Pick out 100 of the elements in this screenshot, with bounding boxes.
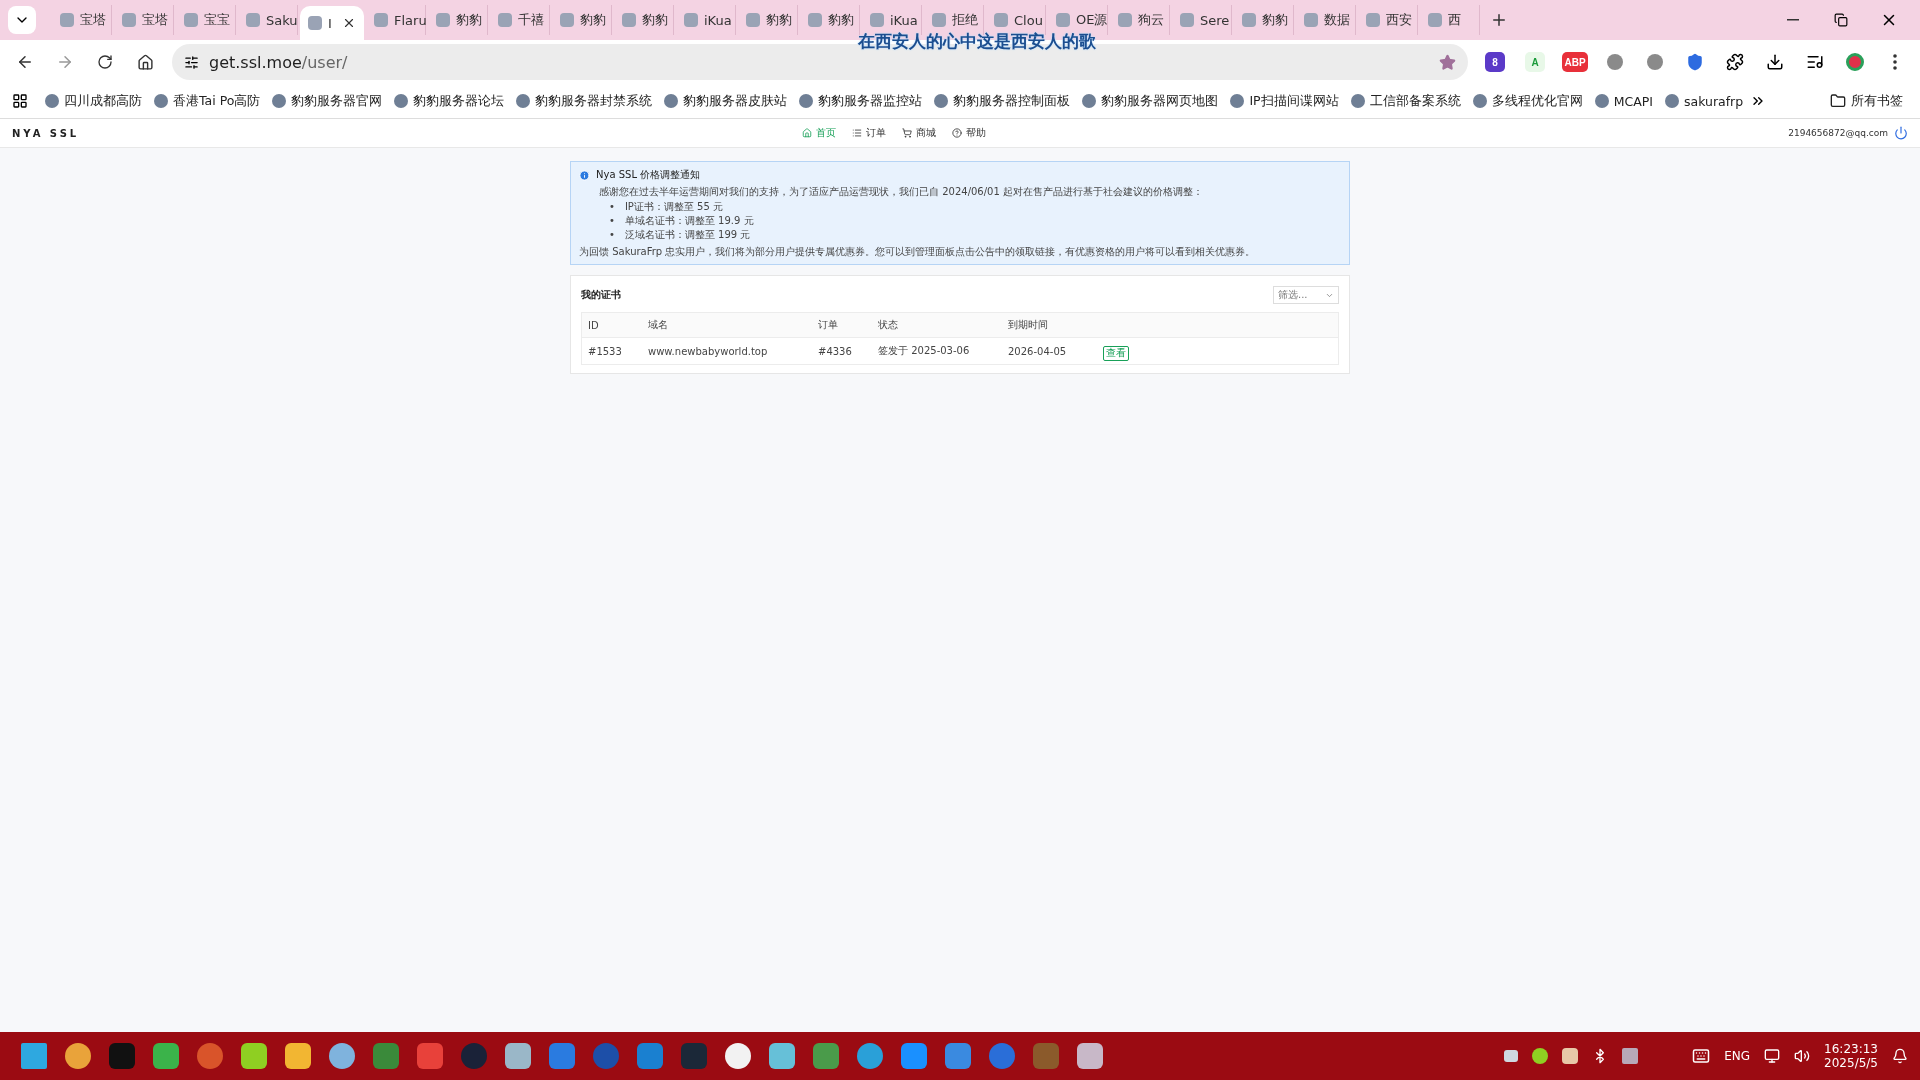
favicon-icon xyxy=(932,13,946,27)
language-indicator[interactable]: ENG xyxy=(1724,1049,1751,1063)
browser-tab[interactable]: 千禧 xyxy=(490,5,550,35)
app-icon[interactable] xyxy=(153,1043,179,1069)
app-icon[interactable] xyxy=(725,1043,751,1069)
browser-tab[interactable]: 豹豹 xyxy=(614,5,674,35)
bullet: • xyxy=(609,200,615,214)
favicon-icon xyxy=(1118,13,1132,27)
favicon-icon xyxy=(45,94,59,108)
clock-date[interactable]: 2025/5/5 xyxy=(1824,1056,1878,1070)
favicon-icon xyxy=(1594,94,1609,108)
browser-tab[interactable]: 豹豹 xyxy=(428,5,488,35)
nav-link[interactable]: 帮助 xyxy=(951,126,986,140)
bullet: • xyxy=(609,228,615,242)
help-icon xyxy=(951,128,962,138)
favicon-icon xyxy=(1428,13,1442,27)
favicon-icon xyxy=(308,16,322,30)
browser-tab[interactable]: 西安 xyxy=(1358,5,1418,35)
view-button[interactable]: 查看 xyxy=(1103,345,1129,361)
browser-tab[interactable]: iKua xyxy=(676,5,736,35)
browser-tab[interactable]: 宝塔 xyxy=(114,5,174,35)
browser-tab[interactable]: 豹豹 xyxy=(800,5,860,35)
close-icon xyxy=(342,16,356,30)
favicon-icon xyxy=(1304,13,1318,27)
tray-icon[interactable] xyxy=(1532,1048,1549,1064)
browser-tab[interactable]: 豹豹 xyxy=(738,5,798,35)
browser-tab[interactable]: 豹豹 xyxy=(1234,5,1294,35)
bookmark-link[interactable]: 四川成都高防 xyxy=(40,89,147,113)
browser-tab[interactable]: Sere xyxy=(1172,5,1232,35)
tray-icon[interactable] xyxy=(1622,1048,1639,1064)
browser-tab[interactable]: 宝塔 xyxy=(52,5,112,35)
bookmark-link[interactable]: 豹豹服务器控制面板 xyxy=(929,89,1076,113)
bookmark-link[interactable]: 豹豹服务器网页地图 xyxy=(1077,89,1224,113)
bookmark-link[interactable]: 豹豹服务器论坛 xyxy=(389,89,510,113)
site-brand: NYA SSL xyxy=(12,127,80,139)
favicon-icon xyxy=(1082,94,1097,108)
favicon-icon xyxy=(122,13,136,27)
favicon-icon xyxy=(1472,94,1487,108)
app-icon[interactable] xyxy=(505,1043,531,1069)
bookmark-link[interactable]: MCAPI xyxy=(1589,90,1658,112)
table-cell-text: www.newbabyworld.top xyxy=(648,345,769,357)
favicon-icon xyxy=(1180,13,1194,27)
filter-select[interactable]: 筛选... xyxy=(1273,286,1339,304)
tray-icon[interactable] xyxy=(1504,1050,1519,1062)
bookmark-link[interactable]: 豹豹服务器皮肤站 xyxy=(659,89,793,113)
puzzle-icon xyxy=(1726,53,1744,71)
plus-icon xyxy=(1490,11,1508,29)
volume-icon[interactable] xyxy=(1794,1048,1811,1064)
browser-tab[interactable]: 数据 xyxy=(1296,5,1356,35)
favicon-icon xyxy=(560,13,574,27)
price-item: 单域名证书：调整至 19.9 元 xyxy=(624,214,754,228)
bookmark-link[interactable]: 多线程优化官网 xyxy=(1467,89,1588,113)
app-icon[interactable] xyxy=(1077,1043,1103,1069)
start-icon[interactable] xyxy=(21,1043,47,1069)
apps-icon[interactable] xyxy=(12,93,28,109)
bookmark-link[interactable]: 工信部备案系统 xyxy=(1345,89,1466,113)
extension-button[interactable]: 8 xyxy=(1478,45,1512,79)
bullet: • xyxy=(609,214,615,228)
notice-text: 感谢您在过去半年运营期间对我们的支持，为了适应产品运营现状，我们已自 2024/06/01 起对在售产品进行基于社会建议的价格调整： xyxy=(599,185,1204,198)
column-header: 到期时间 xyxy=(1008,318,1049,332)
bookmark-link[interactable]: 豹豹服务器监控站 xyxy=(794,89,928,113)
app-icon[interactable] xyxy=(857,1043,883,1069)
favicon-icon xyxy=(184,13,198,27)
browser-tab[interactable]: Flaru xyxy=(366,5,426,35)
tab-list-button[interactable] xyxy=(8,6,36,34)
nav-link[interactable]: 首页 xyxy=(801,126,836,140)
keyboard-icon[interactable] xyxy=(1692,1047,1711,1065)
app-icon[interactable] xyxy=(769,1043,795,1069)
bookmark-link[interactable]: IP扫描间谍网站 xyxy=(1225,89,1344,113)
browser-tab[interactable]: 宝宝 xyxy=(176,5,236,35)
bookmark-link[interactable]: 豹豹服务器封禁系统 xyxy=(511,89,658,113)
extension-button[interactable]: ABP xyxy=(1558,45,1592,79)
app-icon[interactable] xyxy=(285,1043,311,1069)
bookmark-link[interactable]: 豹豹服务器官网 xyxy=(267,89,388,113)
nav-link[interactable]: 商城 xyxy=(901,126,936,140)
favicon-icon xyxy=(272,94,287,108)
nav-link[interactable]: 订单 xyxy=(851,126,886,140)
browser-tab[interactable]: 豹豹 xyxy=(552,5,612,35)
shield-icon xyxy=(1686,53,1704,71)
app-icon[interactable] xyxy=(241,1043,267,1069)
network-icon[interactable] xyxy=(1764,1048,1781,1064)
app-icon[interactable] xyxy=(329,1043,355,1069)
bookmark-link[interactable]: 香港Tai Po高防 xyxy=(149,89,266,113)
power-icon[interactable] xyxy=(1894,126,1908,140)
cart-icon xyxy=(901,128,912,138)
favicon-icon xyxy=(934,94,949,108)
notice-title: Nya SSL 价格调整通知 xyxy=(596,168,701,182)
browser-tab[interactable]: Saku xyxy=(238,5,298,35)
bookmark-link[interactable]: sakurafrp xyxy=(1659,90,1749,112)
app-icon[interactable] xyxy=(65,1043,91,1069)
table-cell-text: #1533 xyxy=(588,345,623,357)
table-cell-text: 签发于 2025-03-06 xyxy=(878,344,971,358)
clock-time[interactable]: 16:23:13 xyxy=(1824,1042,1878,1056)
favicon-icon xyxy=(154,94,168,108)
browser-tab[interactable]: 西 xyxy=(1420,5,1480,35)
tray-icon[interactable] xyxy=(1562,1048,1579,1064)
notification-icon[interactable] xyxy=(1892,1048,1908,1064)
all-bookmarks-folder[interactable]: 所有书签 xyxy=(1825,89,1908,113)
browser-tab[interactable]: 狗云 xyxy=(1110,5,1170,35)
browser-tab[interactable]: I xyxy=(300,6,364,40)
